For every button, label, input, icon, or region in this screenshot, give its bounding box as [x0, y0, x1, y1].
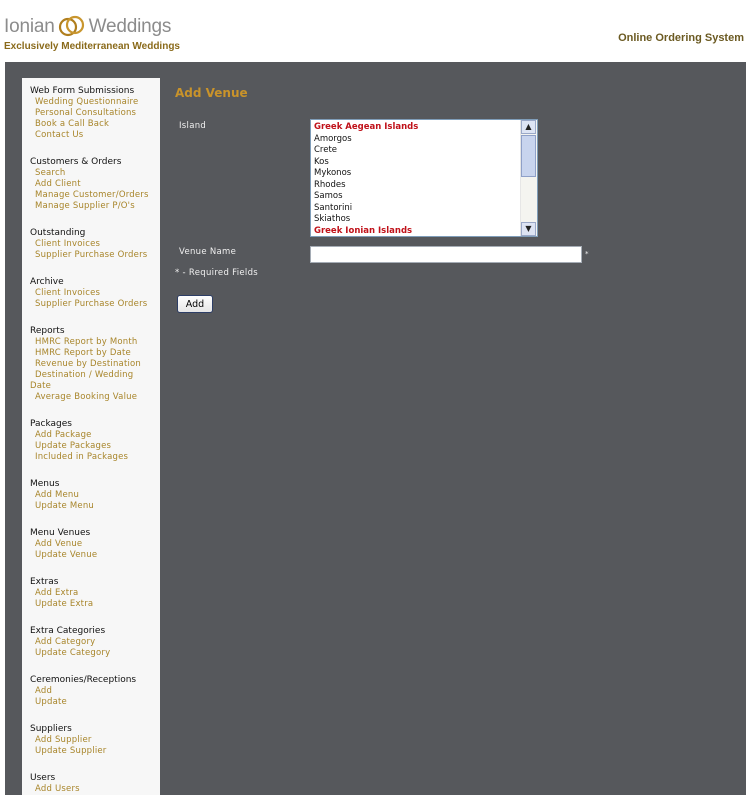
nav-link-add-menu[interactable]: Add Menu	[30, 490, 160, 501]
listbox-scrollbar[interactable]: ▲ ▼	[520, 120, 537, 236]
nav-section-title: Suppliers	[30, 724, 72, 734]
logo[interactable]: Ionian Weddings	[4, 14, 171, 44]
add-button[interactable]: Add	[177, 295, 213, 313]
nav-link-update-extra[interactable]: Update Extra	[30, 599, 160, 610]
nav-link-update-packages[interactable]: Update Packages	[30, 441, 160, 452]
nav-link-average-booking-value[interactable]: Average Booking Value	[30, 392, 160, 403]
island-option[interactable]: Kos	[312, 157, 519, 169]
nav-link-update-venue[interactable]: Update Venue	[30, 550, 160, 561]
nav-link-add-extra[interactable]: Add Extra	[30, 588, 160, 599]
nav-link-archive-client-invoices[interactable]: Client Invoices	[30, 288, 160, 299]
nav-link-hmrc-report-by-month[interactable]: HMRC Report by Month	[30, 337, 160, 348]
nav-section-title: Reports	[30, 326, 65, 336]
island-label: Island	[179, 121, 207, 131]
nav-section-title: Web Form Submissions	[30, 86, 135, 96]
nav-link-update-ceremony[interactable]: Update	[30, 697, 160, 708]
nav-section-menus: Menus Add Menu Update Menu	[30, 479, 160, 512]
island-option[interactable]: Samos	[312, 191, 519, 203]
nav-link-contact-us[interactable]: Contact Us	[30, 130, 160, 141]
nav-link-wedding-questionnaire[interactable]: Wedding Questionnaire	[30, 97, 160, 108]
nav-link-manage-customer-orders[interactable]: Manage Customer/Orders	[30, 190, 160, 201]
venue-name-label: Venue Name	[179, 247, 237, 257]
nav-link-add-ceremony[interactable]: Add	[30, 686, 160, 697]
nav-section-extra-categories: Extra Categories Add Category Update Cat…	[30, 626, 160, 659]
logo-tagline: Exclusively Mediterranean Weddings	[4, 41, 180, 52]
nav-link-update-menu[interactable]: Update Menu	[30, 501, 160, 512]
nav-link-book-a-call-back[interactable]: Book a Call Back	[30, 119, 160, 130]
nav-section-suppliers: Suppliers Add Supplier Update Supplier	[30, 724, 160, 757]
nav-link-update-category[interactable]: Update Category	[30, 648, 160, 659]
nav-section-title: Outstanding	[30, 228, 86, 238]
sidebar-nav: Web Form Submissions Wedding Questionnai…	[22, 78, 160, 795]
nav-section-users: Users Add Users	[30, 773, 160, 795]
nav-section-title: Extra Categories	[30, 626, 106, 636]
nav-section-ceremonies-receptions: Ceremonies/Receptions Add Update	[30, 675, 160, 708]
nav-section-archive: Archive Client Invoices Supplier Purchas…	[30, 277, 160, 310]
island-option[interactable]: Amorgos	[312, 134, 519, 146]
nav-link-outstanding-client-invoices[interactable]: Client Invoices	[30, 239, 160, 250]
nav-section-title: Menu Venues	[30, 528, 91, 538]
scroll-down-icon[interactable]: ▼	[521, 222, 536, 236]
island-option[interactable]: Santorini	[312, 203, 519, 215]
logo-text-right: Weddings	[88, 16, 172, 37]
island-option[interactable]: Skiathos	[312, 214, 519, 226]
nav-section-title: Packages	[30, 419, 72, 429]
island-option-group-aegean[interactable]: Greek Aegean Islands	[312, 122, 519, 134]
nav-section-title: Archive	[30, 277, 64, 287]
nav-link-revenue-by-destination[interactable]: Revenue by Destination	[30, 359, 160, 370]
nav-link-search[interactable]: Search	[30, 168, 160, 179]
nav-link-add-package[interactable]: Add Package	[30, 430, 160, 441]
nav-section-title: Users	[30, 773, 56, 783]
page-header: Ionian Weddings Exclusively Mediterranean…	[0, 0, 750, 62]
nav-link-destination-wedding-date[interactable]: Destination / Wedding Date	[30, 370, 155, 392]
nav-link-outstanding-supplier-purchase-orders[interactable]: Supplier Purchase Orders	[30, 250, 160, 261]
nav-link-included-in-packages[interactable]: Included in Packages	[30, 452, 160, 463]
island-option-group-ionian[interactable]: Greek Ionian Islands	[312, 226, 519, 237]
island-option[interactable]: Rhodes	[312, 180, 519, 192]
required-marker: *	[585, 250, 589, 258]
island-options: Greek Aegean Islands Amorgos Crete Kos M…	[312, 122, 519, 237]
nav-section-title: Ceremonies/Receptions	[30, 675, 137, 685]
venue-name-input[interactable]	[310, 246, 582, 263]
nav-section-extras: Extras Add Extra Update Extra	[30, 577, 160, 610]
nav-section-menu-venues: Menu Venues Add Venue Update Venue	[30, 528, 160, 561]
logo-rings-icon	[57, 14, 87, 44]
logo-text-left: Ionian	[4, 16, 55, 37]
nav-link-add-venue[interactable]: Add Venue	[30, 539, 160, 550]
island-option[interactable]: Mykonos	[312, 168, 519, 180]
nav-section-title: Customers & Orders	[30, 157, 122, 167]
island-option[interactable]: Crete	[312, 145, 519, 157]
nav-section-title: Menus	[30, 479, 60, 489]
nav-section-packages: Packages Add Package Update Packages Inc…	[30, 419, 160, 463]
nav-link-add-category[interactable]: Add Category	[30, 637, 160, 648]
nav-link-archive-supplier-purchase-orders[interactable]: Supplier Purchase Orders	[30, 299, 160, 310]
scroll-thumb[interactable]	[521, 135, 536, 177]
required-fields-note: * - Required Fields	[175, 268, 259, 278]
nav-section-web-form-submissions: Web Form Submissions Wedding Questionnai…	[30, 86, 160, 141]
nav-link-add-users[interactable]: Add Users	[30, 784, 160, 795]
page-title: Add Venue	[175, 86, 248, 100]
nav-link-add-supplier[interactable]: Add Supplier	[30, 735, 160, 746]
nav-link-update-supplier[interactable]: Update Supplier	[30, 746, 160, 757]
nav-section-outstanding: Outstanding Client Invoices Supplier Pur…	[30, 228, 160, 261]
island-listbox[interactable]: Greek Aegean Islands Amorgos Crete Kos M…	[310, 119, 538, 237]
nav-link-add-client[interactable]: Add Client	[30, 179, 160, 190]
nav-section-customers-orders: Customers & Orders Search Add Client Man…	[30, 157, 160, 212]
nav-section-title: Extras	[30, 577, 59, 587]
nav-link-personal-consultations[interactable]: Personal Consultations	[30, 108, 160, 119]
system-title: Online Ordering System	[618, 32, 744, 44]
scroll-up-icon[interactable]: ▲	[521, 120, 536, 134]
nav-section-reports: Reports HMRC Report by Month HMRC Report…	[30, 326, 160, 403]
nav-link-hmrc-report-by-date[interactable]: HMRC Report by Date	[30, 348, 160, 359]
nav-link-manage-supplier-pos[interactable]: Manage Supplier P/O's	[30, 201, 160, 212]
